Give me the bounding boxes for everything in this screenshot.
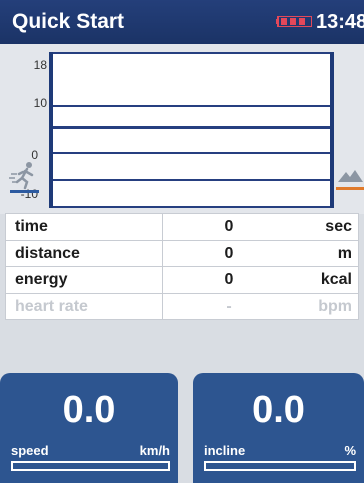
metric-label: heart rate <box>15 297 88 315</box>
header-bar: Quick Start 13:48 <box>0 0 364 44</box>
page-title: Quick Start <box>12 10 125 33</box>
y-tick-label: 10 <box>33 96 47 110</box>
metric-row-energy: energy 0 kcal <box>6 267 358 294</box>
incline-unit: % <box>344 443 356 458</box>
grid-line <box>53 52 330 54</box>
divider <box>162 240 163 266</box>
metric-value: 0 <box>224 271 234 288</box>
metric-label: distance <box>15 244 80 262</box>
metric-unit: m <box>337 244 352 262</box>
metric-row-time: time 0 sec <box>6 214 358 241</box>
graph-plot <box>49 52 334 208</box>
incline-value: 0.0 <box>252 389 305 431</box>
y-tick-label: 18 <box>33 58 47 72</box>
speed-level-bar <box>11 461 170 471</box>
metric-value: 0 <box>224 244 234 262</box>
metric-label: energy <box>15 271 68 288</box>
speed-value: 0.0 <box>62 389 116 431</box>
grid-line <box>53 105 330 107</box>
incline-panel[interactable]: 0.0 incline % <box>193 373 364 483</box>
metric-unit: sec <box>325 218 352 235</box>
incline-label: incline <box>204 443 246 458</box>
divider <box>162 293 163 319</box>
metrics-table: time 0 sec distance 0 m energy 0 kcal he… <box>5 213 359 320</box>
metric-row-distance: distance 0 m <box>6 240 358 267</box>
grid-line <box>53 179 330 181</box>
metric-value: 0 <box>224 218 234 235</box>
incline-level-bar <box>204 461 356 471</box>
grid-line <box>53 152 330 154</box>
metric-label: time <box>15 218 48 235</box>
divider <box>162 267 163 293</box>
grid-line <box>53 206 330 208</box>
metric-unit: kcal <box>320 271 352 288</box>
speed-unit: km/h <box>139 443 170 458</box>
divider <box>162 214 163 240</box>
metric-unit: bpm <box>318 297 352 315</box>
mountain-icon <box>336 170 364 190</box>
battery-icon <box>276 16 312 27</box>
metric-row-heart-rate: heart rate - bpm <box>6 293 358 319</box>
runner-icon <box>9 162 39 193</box>
metric-value: - <box>226 297 232 315</box>
speed-label: speed <box>11 443 49 458</box>
zero-line <box>53 126 330 129</box>
speed-panel[interactable]: 0.0 speed km/h <box>0 373 178 483</box>
clock-time: 13:48 <box>316 11 364 33</box>
